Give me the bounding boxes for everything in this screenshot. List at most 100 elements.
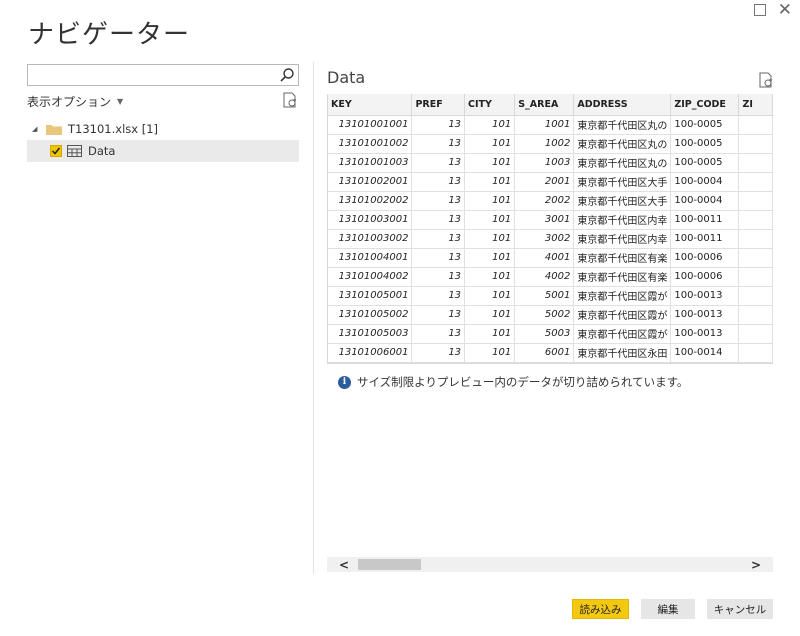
- table-cell: 3002: [514, 229, 575, 249]
- table-row[interactable]: 13101005002 13 101 5002 東京都千代田区霞が 100-0013: [328, 305, 773, 325]
- table-cell: [738, 267, 773, 287]
- search-icon[interactable]: [279, 67, 295, 83]
- table-cell: 101: [464, 191, 516, 211]
- check-icon: [51, 147, 61, 155]
- table-cell: 13: [411, 210, 466, 230]
- column-header[interactable]: S_AREA: [514, 94, 575, 116]
- table-cell: [738, 343, 773, 363]
- tree-item-data-label: Data: [88, 144, 116, 158]
- table-cell: 13: [411, 343, 466, 363]
- truncation-notice-text: サイズ制限よりプレビュー内のデータが切り詰められています。: [357, 375, 689, 389]
- truncation-notice: i サイズ制限よりプレビュー内のデータが切り詰められています。: [338, 374, 688, 390]
- table-header-row: KEY PREF CITY S_AREA ADDRESS ZIP_CODE ZI: [328, 94, 773, 116]
- table-cell: 東京都千代田区霞が: [573, 305, 672, 325]
- pane-divider: [313, 62, 314, 574]
- load-button[interactable]: 読み込み: [572, 599, 629, 619]
- tree-item-data[interactable]: Data: [27, 140, 299, 162]
- table-cell: 5003: [514, 324, 575, 344]
- horizontal-scrollbar[interactable]: < >: [327, 557, 773, 572]
- table-cell: 100-0011: [670, 229, 740, 249]
- refresh-icon[interactable]: [759, 72, 773, 88]
- tree-item-file[interactable]: ◢ T13101.xlsx [1]: [27, 118, 299, 140]
- display-options-dropdown[interactable]: 表示オプション ▼: [27, 93, 123, 110]
- table-cell: 100-0006: [670, 248, 740, 268]
- table-row[interactable]: 13101005001 13 101 5001 東京都千代田区霞が 100-0013: [328, 286, 773, 306]
- table-row[interactable]: 13101004001 13 101 4001 東京都千代田区有楽 100-0006: [328, 248, 773, 268]
- table-row[interactable]: 13101002001 13 101 2001 東京都千代田区大手 100-0004: [328, 172, 773, 192]
- table-cell: 100-0013: [670, 286, 740, 306]
- table-cell: 6001: [514, 343, 575, 363]
- info-icon: i: [338, 375, 351, 389]
- table-cell: [738, 210, 773, 230]
- table-row[interactable]: 13101001002 13 101 1002 東京都千代田区丸の 100-0005: [328, 134, 773, 154]
- scroll-left-icon[interactable]: <: [339, 558, 349, 572]
- table-cell: 101: [464, 286, 516, 306]
- close-icon[interactable]: ✕: [778, 2, 792, 19]
- column-header[interactable]: CITY: [464, 94, 516, 116]
- table-cell: 101: [464, 210, 516, 230]
- table-row[interactable]: 13101001001 13 101 1001 東京都千代田区丸の 100-0005: [328, 115, 773, 135]
- scrollbar-thumb[interactable]: [358, 559, 421, 570]
- table-cell: 13: [411, 115, 466, 135]
- data-checkbox[interactable]: [50, 145, 62, 157]
- table-cell: 東京都千代田区丸の: [573, 153, 672, 173]
- table-row[interactable]: 13101003001 13 101 3001 東京都千代田区内幸 100-0011: [328, 210, 773, 230]
- search-input[interactable]: [28, 66, 268, 86]
- table-cell: 東京都千代田区丸の: [573, 134, 672, 154]
- refresh-icon[interactable]: [283, 92, 297, 108]
- cancel-button[interactable]: キャンセル: [707, 599, 773, 619]
- table-cell: 13101001003: [328, 153, 413, 173]
- table-cell: 東京都千代田区有楽: [573, 248, 672, 268]
- column-header[interactable]: ADDRESS: [573, 94, 672, 116]
- column-header[interactable]: KEY: [328, 94, 413, 116]
- page-title: ナビゲーター: [28, 20, 191, 50]
- table-cell: 13101002002: [328, 191, 413, 211]
- table-row[interactable]: 13101001003 13 101 1003 東京都千代田区丸の 100-0005: [328, 153, 773, 173]
- table-row[interactable]: 13101004002 13 101 4002 東京都千代田区有楽 100-0006: [328, 267, 773, 287]
- table-cell: 13101003002: [328, 229, 413, 249]
- collapse-arrow-icon[interactable]: ◢: [32, 125, 42, 133]
- preview-title: Data: [327, 68, 366, 87]
- table-cell: [738, 305, 773, 325]
- column-header[interactable]: PREF: [411, 94, 466, 116]
- table-cell: 東京都千代田区霞が: [573, 324, 672, 344]
- table-cell: 13: [411, 229, 466, 249]
- table-cell: 100-0005: [670, 153, 740, 173]
- table-cell: 3001: [514, 210, 575, 230]
- scroll-right-icon[interactable]: >: [751, 558, 761, 572]
- table-row[interactable]: 13101005003 13 101 5003 東京都千代田区霞が 100-0013: [328, 324, 773, 344]
- table-cell: 1002: [514, 134, 575, 154]
- table-cell: 4001: [514, 248, 575, 268]
- table-cell: 13101001001: [328, 115, 413, 135]
- table-cell: 101: [464, 267, 516, 287]
- table-row[interactable]: 13101006001 13 101 6001 東京都千代田区永田 100-0014: [328, 343, 773, 363]
- table-cell: 13101004002: [328, 267, 413, 287]
- table-cell: 13101006001: [328, 343, 413, 363]
- table-cell: 5002: [514, 305, 575, 325]
- table-cell: 100-0005: [670, 134, 740, 154]
- table-cell: 100-0004: [670, 191, 740, 211]
- table-cell: 東京都千代田区有楽: [573, 267, 672, 287]
- edit-button[interactable]: 編集: [641, 599, 695, 619]
- table-row[interactable]: 13101003002 13 101 3002 東京都千代田区内幸 100-0011: [328, 229, 773, 249]
- table-cell: 101: [464, 305, 516, 325]
- table-cell: 13: [411, 248, 466, 268]
- table-cell: 13101002001: [328, 172, 413, 192]
- table-row[interactable]: 13101002002 13 101 2002 東京都千代田区大手 100-0004: [328, 191, 773, 211]
- table-icon: [67, 145, 82, 157]
- display-options-label: 表示オプション: [27, 95, 112, 109]
- table-cell: [738, 115, 773, 135]
- table-cell: 101: [464, 153, 516, 173]
- column-header[interactable]: ZIP_CODE: [670, 94, 740, 116]
- table-cell: 100-0011: [670, 210, 740, 230]
- table-cell: 101: [464, 324, 516, 344]
- table-cell: 100-0014: [670, 343, 740, 363]
- maximize-icon[interactable]: [754, 4, 766, 16]
- column-header[interactable]: ZI: [738, 94, 773, 116]
- preview-grid[interactable]: KEY PREF CITY S_AREA ADDRESS ZIP_CODE ZI 13101…: [327, 94, 773, 364]
- table-cell: [738, 286, 773, 306]
- table-cell: 13: [411, 305, 466, 325]
- table-cell: [738, 153, 773, 173]
- table-cell: 100-0005: [670, 115, 740, 135]
- table-cell: 2001: [514, 172, 575, 192]
